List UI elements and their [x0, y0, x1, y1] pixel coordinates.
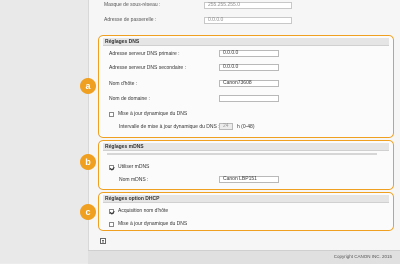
hostname-row: Nom d'hôte :: [109, 80, 137, 88]
dns-secondary-field[interactable]: 0.0.0.0: [219, 64, 279, 71]
dns-primary-field[interactable]: 0.0.0.0: [219, 50, 279, 57]
dhcp-dynamic-update-checkbox[interactable]: [109, 221, 114, 227]
dns-dynamic-update-row[interactable]: Mise à jour dynamique du DNS: [109, 110, 187, 118]
dns-interval-row: Intervalle de mise à jour dynamique du D…: [119, 123, 220, 131]
mdns-name-field[interactable]: Canon LBP151: [219, 176, 279, 183]
gateway-field[interactable]: 0.0.0.0: [204, 16, 292, 24]
hostname-field[interactable]: Canon73608: [219, 80, 279, 87]
page: Masque de sous-réseau : 255.255.255.0 Ad…: [0, 0, 400, 264]
footer: Copyright CANON INC. 2015: [88, 250, 400, 264]
domain-field[interactable]: [219, 95, 279, 102]
domain-row: Nom de domaine :: [109, 95, 150, 103]
menu-list-icon[interactable]: [100, 238, 106, 244]
dns-settings-title: Réglages DNS: [103, 38, 389, 46]
mdns-settings-title: Réglages mDNS: [103, 143, 389, 151]
badge-a: a: [80, 78, 96, 94]
gateway-label: Adresse de passerelle :: [104, 17, 157, 23]
dns-dynamic-update-label: Mise à jour dynamique du DNS: [118, 111, 188, 117]
mdns-settings-group: Réglages mDNS Utiliser mDNS Nom mDNS : C…: [98, 140, 394, 190]
mdns-use-checkbox[interactable]: [109, 164, 114, 170]
dns-primary-label: Adresse serveur DNS primaire :: [109, 51, 180, 57]
mdns-use-label: Utiliser mDNS: [118, 164, 150, 170]
dns-secondary-label: Adresse serveur DNS secondaire :: [109, 65, 186, 71]
dns-primary-row: Adresse serveur DNS primaire :: [109, 50, 180, 58]
dhcp-dynamic-update-label: Mise à jour dynamique du DNS: [118, 221, 188, 227]
dns-interval-label: Intervalle de mise à jour dynamique du D…: [119, 124, 220, 130]
dhcp-option-group: Réglages option DHCP Acquisition nom d'h…: [98, 192, 394, 231]
subnet-field[interactable]: 255.255.255.0: [204, 1, 292, 9]
dhcp-option-title: Réglages option DHCP: [103, 195, 389, 203]
dns-interval-unit: h (0-48): [237, 124, 255, 130]
dns-secondary-row: Adresse serveur DNS secondaire :: [109, 64, 186, 72]
dhcp-acquire-host-label: Acquisition nom d'hôte: [118, 208, 169, 214]
dhcp-acquire-host-row[interactable]: Acquisition nom d'hôte: [109, 207, 168, 215]
dns-interval-field[interactable]: 24: [219, 123, 233, 130]
mdns-description: [107, 152, 377, 156]
domain-label: Nom de domaine :: [109, 96, 150, 102]
dhcp-dynamic-update-row[interactable]: Mise à jour dynamique du DNS: [109, 220, 187, 228]
copyright-text: Copyright CANON INC. 2015: [333, 254, 392, 259]
badge-c: c: [80, 204, 96, 220]
badge-b: b: [80, 154, 96, 170]
dhcp-acquire-host-checkbox[interactable]: [109, 208, 114, 214]
subnet-label: Masque de sous-réseau :: [104, 2, 161, 8]
mdns-name-label: Nom mDNS :: [119, 177, 149, 183]
hostname-label: Nom d'hôte :: [109, 81, 138, 87]
mdns-use-row[interactable]: Utiliser mDNS: [109, 163, 149, 171]
mdns-name-row: Nom mDNS :: [119, 176, 148, 184]
dns-dynamic-update-checkbox[interactable]: [109, 111, 114, 117]
dns-settings-group: Réglages DNS Adresse serveur DNS primair…: [98, 35, 394, 138]
